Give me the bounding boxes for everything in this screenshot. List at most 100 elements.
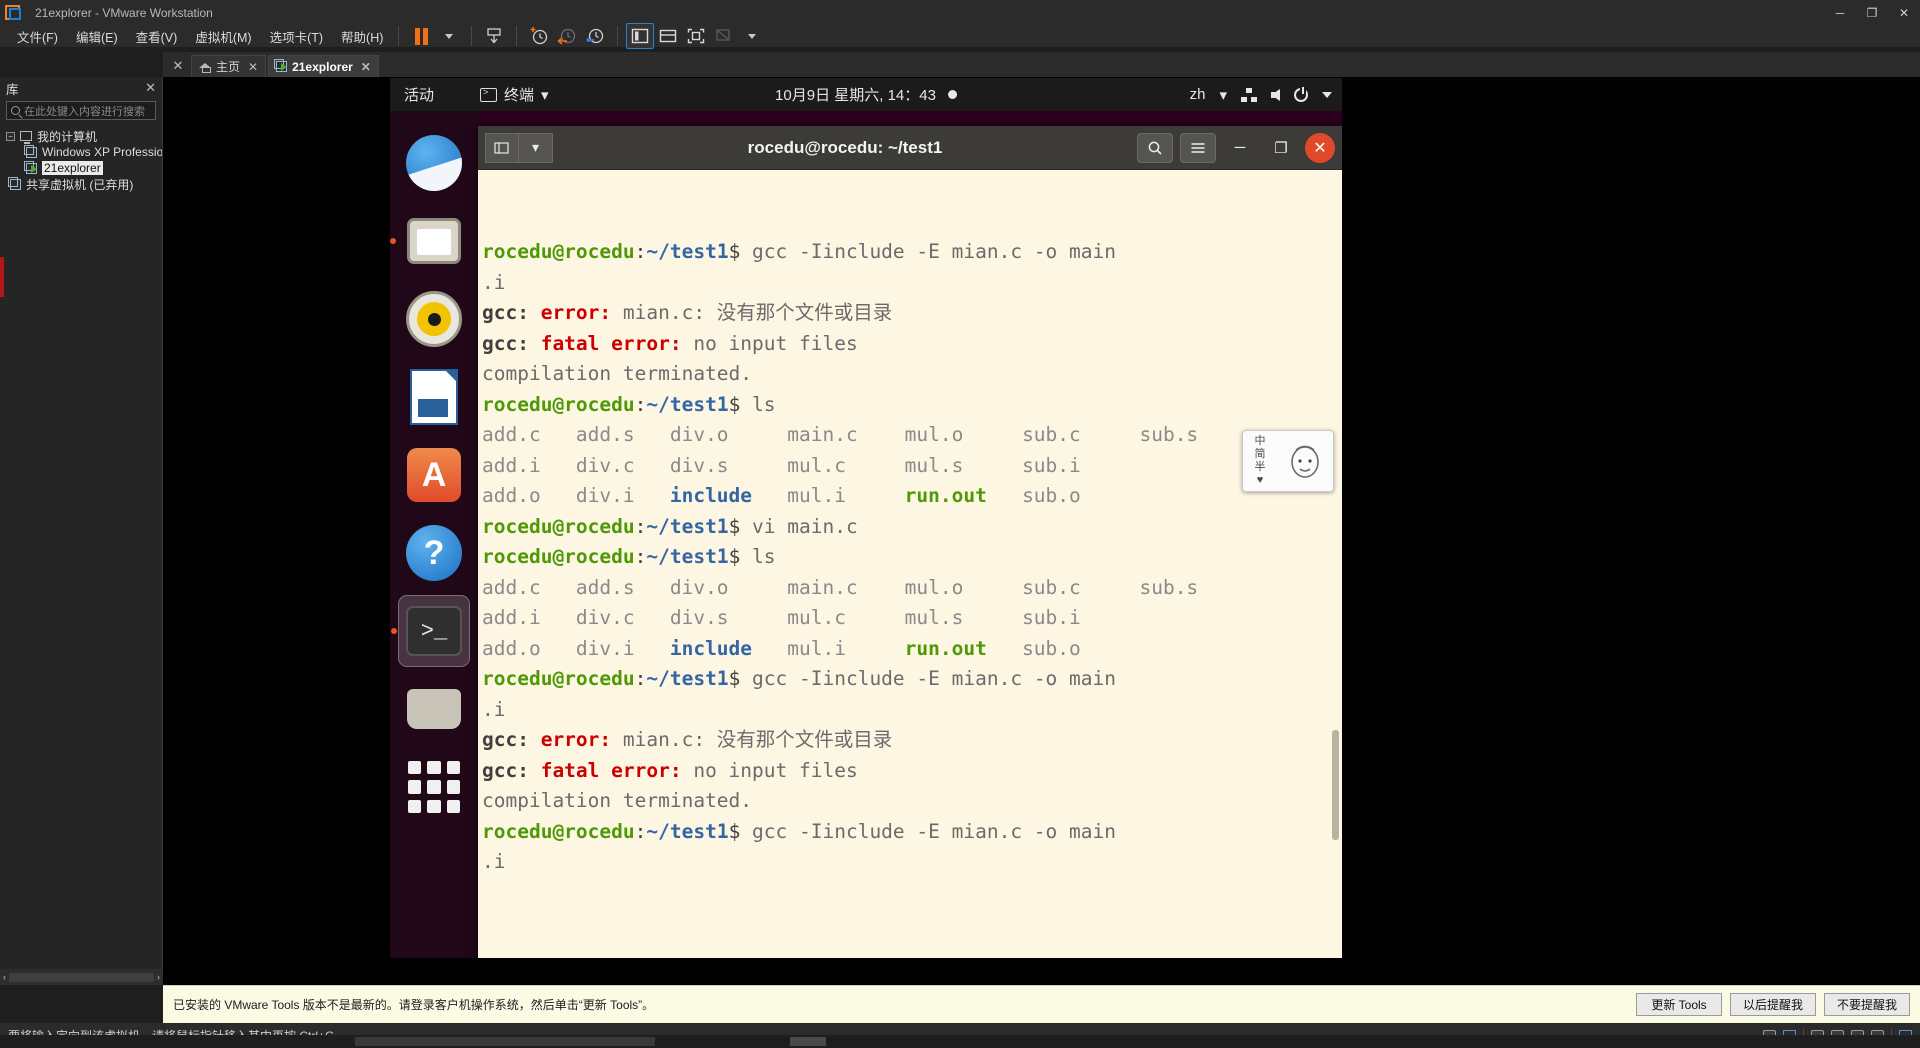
- new-tab-icon[interactable]: [485, 132, 519, 163]
- tab-home[interactable]: 主页 ✕: [191, 55, 267, 77]
- toolbar-more-button[interactable]: [738, 23, 766, 49]
- notification-buttons: 更新 Tools 以后提醒我 不要提醒我: [1636, 993, 1910, 1016]
- terminal-minimize-icon[interactable]: ─: [1223, 133, 1257, 163]
- toolbar: [390, 23, 1920, 49]
- snapshot-manager-button[interactable]: [581, 23, 609, 49]
- terminal-icon: [480, 87, 498, 102]
- library-panel: 库 ✕ 在此处键入内容进行搜索 − 我的计算机 Windows XP Profe…: [0, 77, 163, 985]
- chevron-down-icon[interactable]: [1322, 91, 1332, 98]
- record-indicator-icon: [947, 90, 957, 99]
- ime-mode-chinese[interactable]: 中: [1255, 435, 1266, 448]
- menu-help[interactable]: 帮助(H): [332, 25, 392, 48]
- close-all-tabs-button[interactable]: ✕: [167, 55, 189, 77]
- menu-edit[interactable]: 编辑(E): [67, 25, 127, 48]
- tab-21explorer-close-icon[interactable]: ✕: [361, 60, 371, 74]
- fullscreen-button[interactable]: [682, 23, 710, 49]
- vm-running-icon: [24, 160, 37, 174]
- terminal-line: .i: [482, 850, 506, 873]
- ime-mode-punctuation[interactable]: ♥: [1257, 474, 1264, 487]
- menu-vm[interactable]: 虚拟机(M): [186, 25, 260, 48]
- activities-button[interactable]: 活动: [404, 84, 434, 105]
- tab-home-close-icon[interactable]: ✕: [248, 60, 258, 74]
- terminal-line: rocedu@rocedu:~/test1$ gcc -Iinclude -E …: [482, 667, 1116, 690]
- dock-item-trash[interactable]: [398, 673, 470, 745]
- terminal-line: .i: [482, 270, 506, 294]
- ime-status-widget[interactable]: 中 简 半 ♥: [1242, 430, 1334, 492]
- dock-item-thunderbird[interactable]: [398, 127, 470, 199]
- dock-item-rhythmbox[interactable]: [398, 283, 470, 355]
- menu-tabs[interactable]: 选项卡(T): [261, 25, 332, 48]
- show-library-button[interactable]: [626, 23, 654, 49]
- scroll-left-icon[interactable]: ‹: [3, 972, 6, 982]
- never-remind-me-button[interactable]: 不要提醒我: [1824, 993, 1910, 1016]
- ubuntu-dock: A ? >_: [390, 111, 478, 958]
- scroll-thumb[interactable]: [9, 972, 154, 982]
- terminal-menu-icon[interactable]: [1180, 132, 1216, 163]
- terminal-search-icon[interactable]: [1137, 132, 1173, 163]
- app-menu[interactable]: 终端 ▾: [480, 84, 549, 105]
- terminal-output[interactable]: rocedu@rocedu:~/test1$ gcc -Iinclude -E …: [478, 170, 1342, 958]
- app-menu-label: 终端: [504, 87, 535, 104]
- chevron-down-icon[interactable]: ▾: [1219, 86, 1227, 104]
- ime-mode-simplified[interactable]: 简: [1255, 448, 1266, 461]
- terminal-maximize-icon[interactable]: ❐: [1264, 133, 1298, 163]
- terminal-line: gcc: error: mian.c: 没有那个文件或目录: [482, 301, 893, 324]
- terminal-line: gcc: fatal error: no input files: [482, 331, 858, 355]
- dock-item-show-applications[interactable]: [398, 751, 470, 823]
- tree-item-21explorer[interactable]: 21explorer: [0, 160, 162, 176]
- dock-item-libreoffice-writer[interactable]: [398, 361, 470, 433]
- search-icon: [11, 106, 20, 115]
- taskbar-item[interactable]: [790, 1037, 826, 1046]
- library-horizontal-scrollbar[interactable]: ‹ ›: [0, 969, 163, 985]
- host-taskbar-strip: [0, 1035, 1920, 1048]
- tree-item-windows-xp[interactable]: Windows XP Professio: [0, 144, 162, 160]
- vm-icon: [274, 59, 288, 72]
- gnome-top-bar: 活动 终端 ▾ 10月9日 星期六, 14：43 zh ▾: [390, 78, 1342, 111]
- library-search-input[interactable]: 在此处键入内容进行搜索: [6, 101, 156, 120]
- update-tools-button[interactable]: 更新 Tools: [1636, 993, 1722, 1016]
- unity-button[interactable]: [710, 23, 738, 49]
- pause-button[interactable]: [407, 23, 435, 49]
- ime-logo-icon: [1277, 431, 1333, 491]
- volume-icon[interactable]: [1271, 88, 1280, 101]
- show-thumbnails-button[interactable]: [654, 23, 682, 49]
- remind-me-later-button[interactable]: 以后提醒我: [1730, 993, 1816, 1016]
- tree-item-my-computer[interactable]: − 我的计算机: [0, 128, 162, 144]
- network-icon[interactable]: [1241, 87, 1257, 102]
- clock-menu[interactable]: 10月9日 星期六, 14：43: [775, 84, 957, 105]
- snapshot-revert-button[interactable]: [553, 23, 581, 49]
- tree-item-label: 21explorer: [42, 161, 103, 175]
- terminal-line: compilation terminated.: [482, 362, 753, 385]
- snapshot-take-button[interactable]: [525, 23, 553, 49]
- dock-item-ubuntu-software[interactable]: A: [398, 439, 470, 511]
- tree-item-shared-vms[interactable]: 共享虚拟机 (已弃用): [0, 176, 162, 192]
- maximize-button[interactable]: ❐: [1856, 0, 1888, 25]
- library-close-icon[interactable]: ✕: [145, 80, 156, 96]
- send-ctrl-alt-del-button[interactable]: [480, 23, 508, 49]
- scroll-right-icon[interactable]: ›: [157, 972, 160, 982]
- input-method-label[interactable]: zh: [1190, 86, 1206, 103]
- terminal-scrollbar[interactable]: [1332, 730, 1339, 840]
- power-icon[interactable]: [1294, 86, 1308, 102]
- system-status-area: zh ▾: [1190, 86, 1332, 104]
- menu-file[interactable]: 文件(F): [8, 25, 67, 48]
- library-header: 库 ✕: [0, 77, 162, 99]
- terminal-line: add.c add.s div.o main.c mul.o sub.c sub…: [482, 423, 1234, 446]
- power-dropdown-button[interactable]: [435, 23, 463, 49]
- guest-screen[interactable]: 活动 终端 ▾ 10月9日 星期六, 14：43 zh ▾: [390, 78, 1342, 958]
- ime-mode-halfwidth[interactable]: 半: [1255, 461, 1266, 474]
- close-button[interactable]: ✕: [1888, 0, 1920, 25]
- dock-item-terminal[interactable]: >_: [391, 595, 470, 667]
- tab-21explorer[interactable]: 21explorer ✕: [268, 55, 379, 77]
- tab-home-label: 主页: [216, 60, 241, 74]
- vm-viewport[interactable]: 活动 终端 ▾ 10月9日 星期六, 14：43 zh ▾: [163, 77, 1920, 985]
- new-tab-dropdown-icon[interactable]: ▾: [519, 132, 553, 163]
- terminal-close-icon[interactable]: ✕: [1305, 132, 1335, 163]
- minimize-button[interactable]: ─: [1824, 0, 1856, 25]
- terminal-window[interactable]: ▾ rocedu@rocedu: ~/test1 ─ ❐ ✕ rocedu@ro…: [478, 126, 1342, 958]
- expander-icon[interactable]: −: [6, 131, 15, 141]
- menu-view[interactable]: 查看(V): [127, 25, 187, 48]
- dock-item-help[interactable]: ?: [398, 517, 470, 589]
- taskbar-item[interactable]: [355, 1037, 655, 1046]
- dock-item-files[interactable]: [390, 205, 470, 277]
